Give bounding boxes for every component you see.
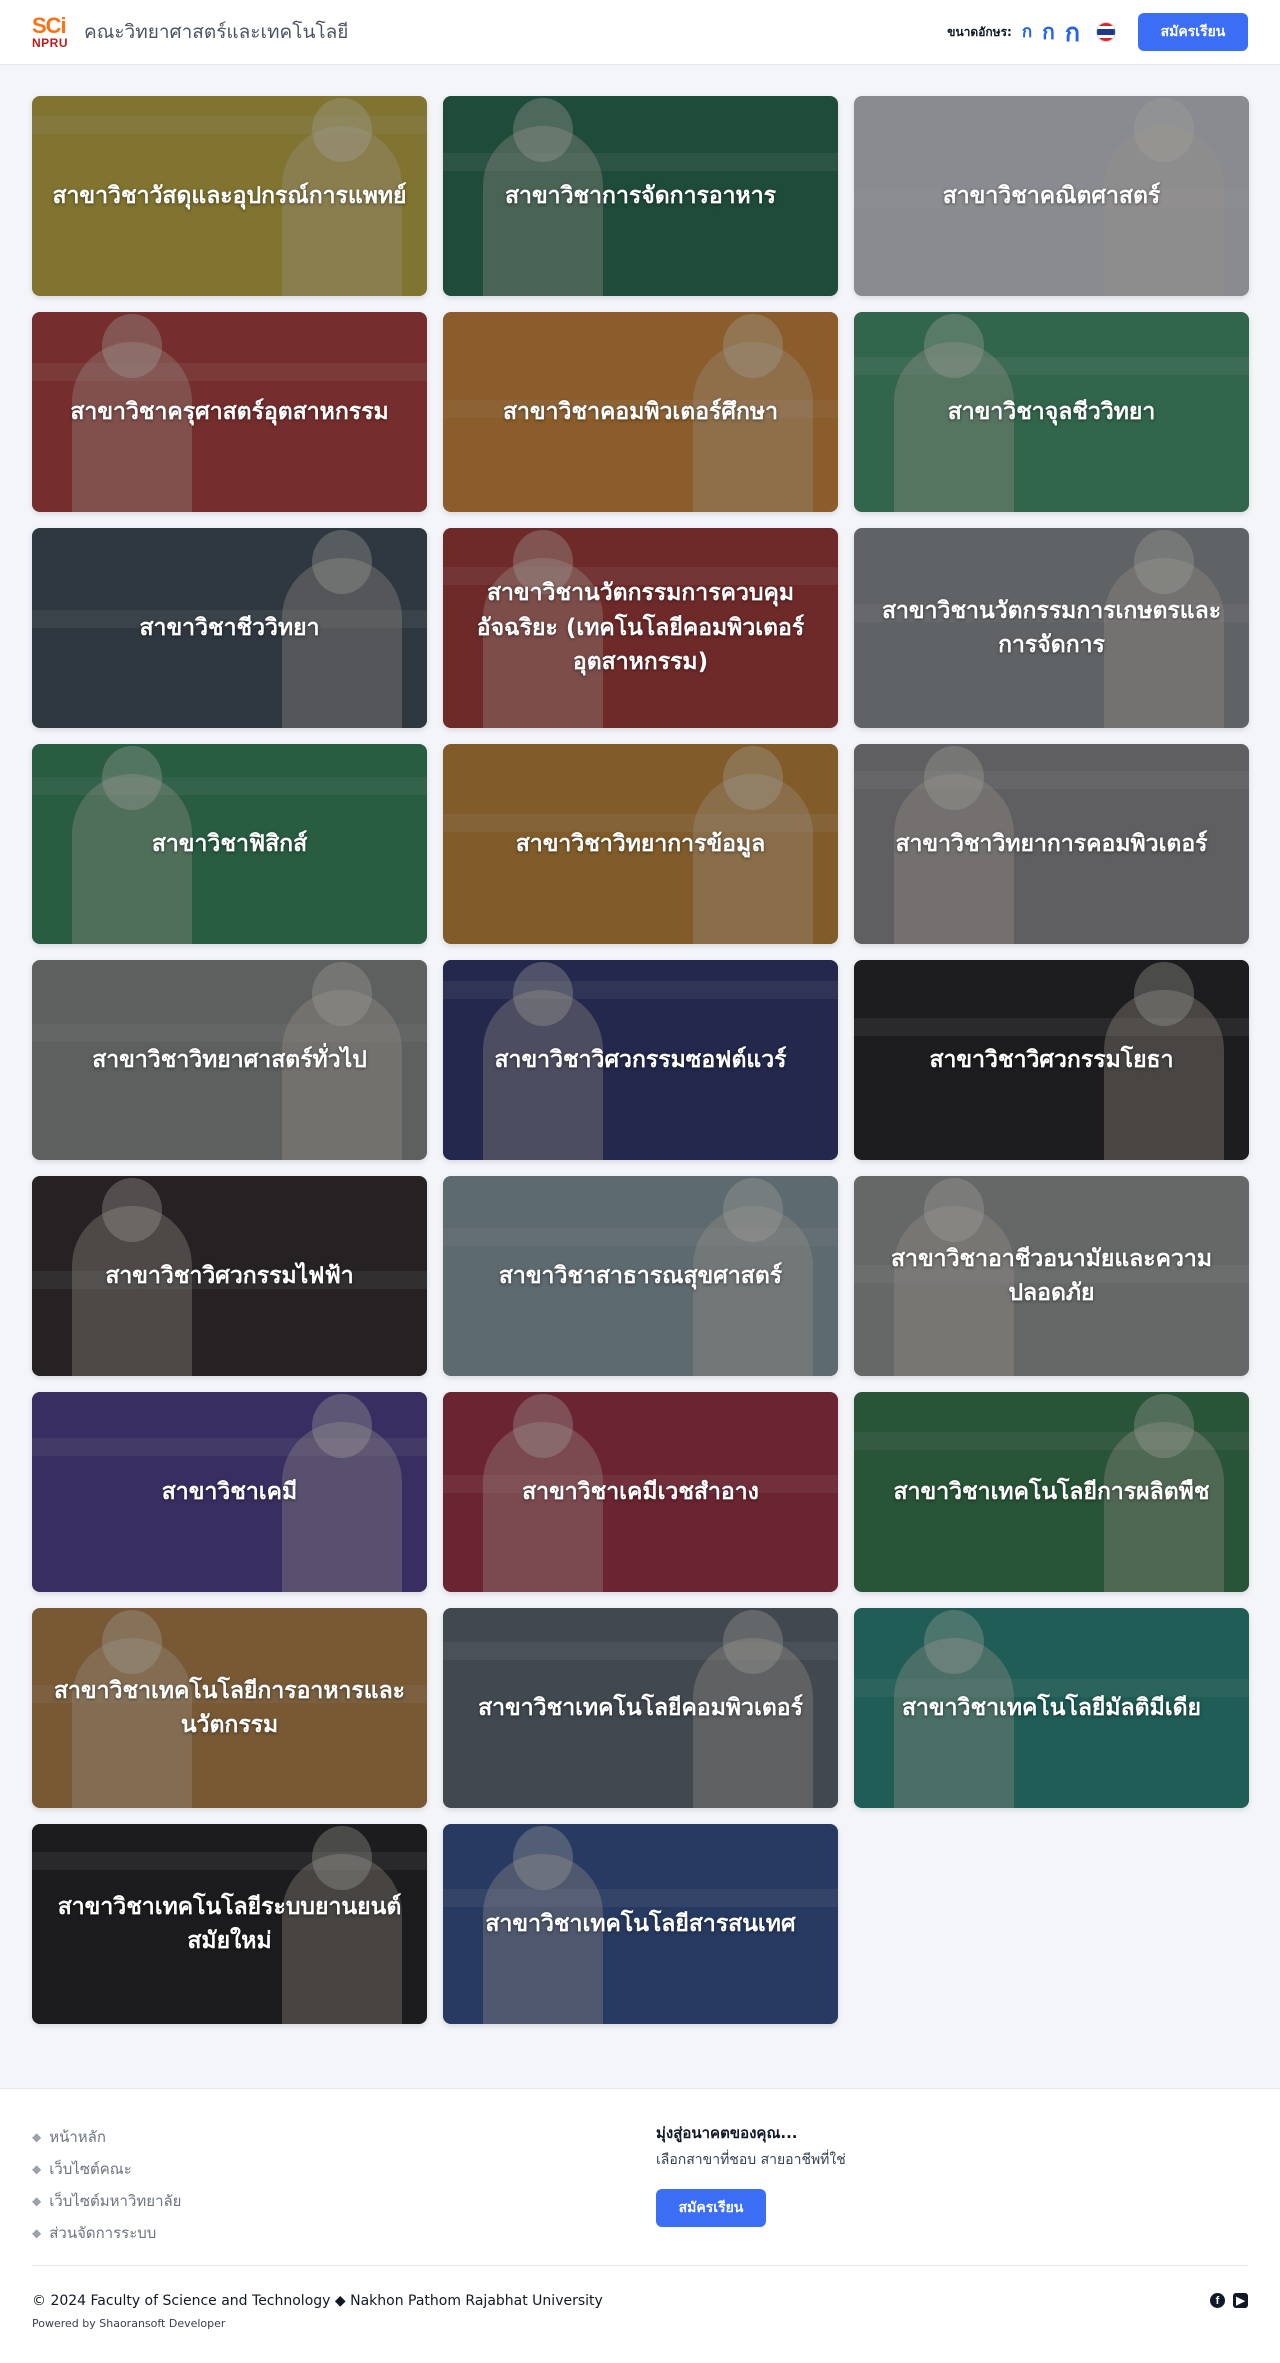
program-title: สาขาวิชานวัตกรรมการเกษตรและการจัดการ — [881, 597, 1222, 659]
program-title: สาขาวิชาจุลชีววิทยา — [947, 398, 1156, 425]
social-links: f ▶ — [1210, 2293, 1248, 2308]
footer-cta: มุ่งสู่อนาคตของคุณ... เลือกสาขาที่ชอบ สา… — [656, 2121, 846, 2227]
program-card[interactable]: สาขาวิชาเทคโนโลยีการผลิตพืช — [854, 1392, 1249, 1592]
footer-link-label: เว็บไซต์คณะ — [49, 2160, 132, 2178]
footer-link-admin[interactable]: ◆ ส่วนจัดการระบบ — [32, 2217, 181, 2249]
diamond-icon: ◆ — [32, 2162, 42, 2176]
program-card[interactable]: สาขาวิชานวัตกรรมการเกษตรและการจัดการ — [854, 528, 1249, 728]
program-title: สาขาวิชาวิศวกรรมโยธา — [929, 1046, 1174, 1073]
faculty-name[interactable]: คณะวิทยาศาสตร์และเทคโนโลยี — [84, 17, 348, 47]
program-title: สาขาวิชาฟิสิกส์ — [151, 830, 308, 857]
footer-link-label: ส่วนจัดการระบบ — [49, 2224, 157, 2242]
diamond-icon: ◆ — [32, 2194, 42, 2208]
powered-by-text: Powered by Shaoransoft Developer — [32, 2317, 226, 2330]
program-card[interactable]: สาขาวิชาเคมีเวชสำอาง — [443, 1392, 838, 1592]
program-title: สาขาวิชาวัสดุและอุปกรณ์การแพทย์ — [52, 182, 407, 209]
program-card[interactable]: สาขาวิชาวิศวกรรมไฟฟ้า — [32, 1176, 427, 1376]
program-card[interactable]: สาขาวิชาคณิตศาสตร์ — [854, 96, 1249, 296]
font-size-medium-button[interactable]: ก — [1042, 21, 1055, 43]
faculty-logo[interactable]: SCi NPRU — [32, 13, 69, 50]
youtube-icon[interactable]: ▶ — [1233, 2293, 1248, 2308]
cta-title: มุ่งสู่อนาคตของคุณ... — [656, 2124, 798, 2142]
program-title: สาขาวิชาเทคโนโลยีการผลิตพืช — [893, 1478, 1210, 1505]
program-title: สาขาวิชาเทคโนโลยีคอมพิวเตอร์ — [478, 1694, 803, 1721]
program-card[interactable]: สาขาวิชาเทคโนโลยีระบบยานยนต์สมัยใหม่ — [32, 1824, 427, 2024]
program-card[interactable]: สาขาวิชาอาชีวอนามัยและความปลอดภัย — [854, 1176, 1249, 1376]
logo-sci-text: SCi — [32, 13, 67, 38]
program-title: สาขาวิชาวิศวกรรมไฟฟ้า — [105, 1262, 354, 1289]
program-title: สาขาวิชาวิทยาการข้อมูล — [515, 830, 766, 857]
program-card[interactable]: สาขาวิชาวิทยาการข้อมูล — [443, 744, 838, 944]
program-title: สาขาวิชาเคมี — [161, 1478, 298, 1505]
program-title: สาขาวิชาคอมพิวเตอร์ศึกษา — [502, 398, 779, 425]
program-card[interactable]: สาขาวิชาวัสดุและอุปกรณ์การแพทย์ — [32, 96, 427, 296]
program-card[interactable]: สาขาวิชาเทคโนโลยีมัลติมีเดีย — [854, 1608, 1249, 1808]
header-controls: ขนาดอักษร: ก ก ก สมัครเรียน — [947, 13, 1248, 51]
program-title: สาขาวิชาวิศวกรรมซอฟต์แวร์ — [494, 1046, 787, 1073]
program-card[interactable]: สาขาวิชาวิทยาการคอมพิวเตอร์ — [854, 744, 1249, 944]
program-card[interactable]: สาขาวิชาเทคโนโลยีการอาหารและนวัตกรรม — [32, 1608, 427, 1808]
program-card[interactable]: สาขาวิชาวิศวกรรมโยธา — [854, 960, 1249, 1160]
footer-link-university-site[interactable]: ◆ เว็บไซต์มหาวิทยาลัย — [32, 2185, 181, 2217]
program-title: สาขาวิชาสาธารณสุขศาสตร์ — [498, 1262, 783, 1289]
footer-apply-button[interactable]: สมัครเรียน — [656, 2189, 766, 2227]
site-footer: ◆ หน้าหลัก ◆ เว็บไซต์คณะ ◆ เว็บไซต์มหาวิทยา… — [0, 2088, 1280, 2363]
font-size-small-button[interactable]: ก — [1022, 23, 1032, 41]
program-card[interactable]: สาขาวิชานวัตกรรมการควบคุมอัจฉริยะ (เทคโน… — [443, 528, 838, 728]
footer-link-label: หน้าหลัก — [49, 2128, 106, 2146]
cta-subtitle: เลือกสาขาที่ชอบ สายอาชีพที่ใช่ — [656, 2152, 846, 2168]
program-card[interactable]: สาขาวิชาวิทยาศาสตร์ทั่วไป — [32, 960, 427, 1160]
footer-link-home[interactable]: ◆ หน้าหลัก — [32, 2121, 181, 2153]
font-size-large-button[interactable]: ก — [1065, 20, 1080, 45]
apply-button[interactable]: สมัครเรียน — [1138, 13, 1248, 51]
program-title: สาขาวิชาคณิตศาสตร์ — [942, 182, 1161, 209]
program-grid: สาขาวิชาวัสดุและอุปกรณ์การแพทย์ สาขาวิชาก… — [32, 96, 1249, 2024]
program-title: สาขาวิชาเทคโนโลยีสารสนเทศ — [485, 1910, 796, 1937]
facebook-icon[interactable]: f — [1210, 2293, 1225, 2308]
footer-link-label: เว็บไซต์มหาวิทยาลัย — [49, 2192, 182, 2210]
copyright-text: © 2024 Faculty of Science and Technology… — [32, 2293, 603, 2309]
site-header: SCi NPRU คณะวิทยาศาสตร์และเทคโนโลยี ขนาด… — [0, 0, 1280, 65]
program-title: สาขาวิชาครุศาสตร์อุตสาหกรรม — [70, 398, 389, 425]
program-card[interactable]: สาขาวิชาเทคโนโลยีคอมพิวเตอร์ — [443, 1608, 838, 1808]
program-card[interactable]: สาขาวิชาการจัดการอาหาร — [443, 96, 838, 296]
program-title: สาขาวิชาเคมีเวชสำอาง — [522, 1478, 759, 1505]
program-card[interactable]: สาขาวิชาเทคโนโลยีสารสนเทศ — [443, 1824, 838, 2024]
program-title: สาขาวิชาเทคโนโลยีมัลติมีเดีย — [901, 1694, 1202, 1721]
program-title: สาขาวิชาเทคโนโลยีการอาหารและนวัตกรรม — [53, 1677, 406, 1739]
program-title: สาขาวิชาเทคโนโลยีระบบยานยนต์สมัยใหม่ — [57, 1893, 402, 1955]
program-card[interactable]: สาขาวิชาเคมี — [32, 1392, 427, 1592]
program-card[interactable]: สาขาวิชาชีววิทยา — [32, 528, 427, 728]
diamond-icon: ◆ — [32, 2226, 42, 2240]
diamond-icon: ◆ — [32, 2130, 42, 2144]
program-card[interactable]: สาขาวิชาครุศาสตร์อุตสาหกรรม — [32, 312, 427, 512]
program-card[interactable]: สาขาวิชาคอมพิวเตอร์ศึกษา — [443, 312, 838, 512]
footer-link-faculty-site[interactable]: ◆ เว็บไซต์คณะ — [32, 2153, 181, 2185]
thai-flag-icon[interactable] — [1096, 22, 1116, 42]
program-card[interactable]: สาขาวิชาวิศวกรรมซอฟต์แวร์ — [443, 960, 838, 1160]
program-title: สาขาวิชาชีววิทยา — [139, 614, 320, 641]
program-title: สาขาวิชานวัตกรรมการควบคุมอัจฉริยะ (เทคโน… — [476, 580, 805, 676]
program-title: สาขาวิชาวิทยาศาสตร์ทั่วไป — [92, 1046, 367, 1073]
program-card[interactable]: สาขาวิชาสาธารณสุขศาสตร์ — [443, 1176, 838, 1376]
program-title: สาขาวิชาอาชีวอนามัยและความปลอดภัย — [890, 1245, 1213, 1307]
program-card[interactable]: สาขาวิชาจุลชีววิทยา — [854, 312, 1249, 512]
logo-npru-text: NPRU — [32, 36, 69, 50]
font-size-label: ขนาดอักษร: — [947, 24, 1012, 39]
footer-divider — [32, 2265, 1248, 2266]
program-card[interactable]: สาขาวิชาฟิสิกส์ — [32, 744, 427, 944]
program-title: สาขาวิชาการจัดการอาหาร — [505, 182, 776, 209]
footer-links: ◆ หน้าหลัก ◆ เว็บไซต์คณะ ◆ เว็บไซต์มหาวิทยา… — [32, 2121, 181, 2249]
program-title: สาขาวิชาวิทยาการคอมพิวเตอร์ — [895, 830, 1208, 857]
